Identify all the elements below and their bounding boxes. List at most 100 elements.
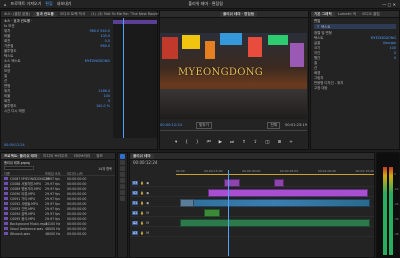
effect-value[interactable]: 0.0 <box>105 39 110 43</box>
column-fps[interactable]: 프레임 속도 <box>45 171 61 176</box>
hand-tool-icon[interactable] <box>120 190 125 195</box>
graphics-prop-value[interactable]: 0 <box>394 51 396 55</box>
graphics-layer-item[interactable]: T 텍스트 <box>314 24 396 29</box>
tab-media-browser[interactable]: 미디어 브라우저 <box>40 154 70 159</box>
timeline-track[interactable]: V3 🔒 ◉ <box>130 179 374 187</box>
menu-export[interactable]: 내보내기 <box>57 1 72 7</box>
effect-row[interactable]: 시간 다시 매핑 <box>1 108 113 113</box>
slip-tool-icon[interactable] <box>120 178 125 183</box>
effect-value[interactable]: 100 <box>104 94 110 98</box>
graphics-prop-value[interactable]: 100 <box>390 46 396 50</box>
export-frame-icon[interactable]: ◫ <box>265 140 269 145</box>
out-icon[interactable]: } <box>196 140 199 145</box>
compare-icon[interactable]: ⊞ <box>277 140 281 145</box>
lift-icon[interactable]: ⇑ <box>242 140 246 145</box>
home-icon[interactable]: ⌂ <box>4 2 7 7</box>
video-overlay-title[interactable]: MYEONGDONG <box>178 67 263 78</box>
graphics-prop-value[interactable]: Georgia <box>383 41 396 45</box>
effect-value[interactable]: 100.0 <box>100 34 110 38</box>
tab-program[interactable]: 폴리쉬 테마 · 편집됨 <box>220 11 258 17</box>
tab-lumetri[interactable]: Lumetri 색 <box>335 12 359 17</box>
program-scrubber[interactable] <box>160 130 307 131</box>
lock-icon[interactable]: 🔒 <box>140 191 144 195</box>
window-controls-icon[interactable]: — ▢ ✕ <box>382 2 396 7</box>
tab-source[interactable]: 소스: (클립 없음) <box>1 12 33 17</box>
track-label[interactable]: A3 <box>132 231 139 235</box>
in-icon[interactable]: { <box>185 140 188 145</box>
column-name[interactable]: 이름 <box>4 171 10 176</box>
clip-v1-thumb[interactable] <box>180 199 194 207</box>
mute-icon[interactable]: M <box>146 211 149 215</box>
program-video-frame[interactable]: MYEONGDONG <box>160 33 307 119</box>
effect-value[interactable]: 0 <box>108 99 110 103</box>
fit-dropdown[interactable]: 맞추기 <box>195 121 212 129</box>
lock-icon[interactable]: 🔒 <box>140 221 144 225</box>
effect-timecode[interactable]: 00:00:12:24 <box>1 142 25 147</box>
timeline-timecode[interactable]: 00:00:12:24 <box>130 160 374 165</box>
tab-libraries[interactable]: 라이브러리 <box>71 154 94 159</box>
step-back-icon[interactable]: ⏮ <box>207 139 211 145</box>
timeline-track[interactable]: A1 🔒 M <box>130 209 374 217</box>
tab-audio-mixer[interactable]: 오디오 트랙 믹서 <box>57 12 88 17</box>
ripple-edit-tool-icon[interactable] <box>120 166 125 171</box>
effect-value[interactable]: 960.0 540.0 <box>90 29 111 33</box>
tab-info[interactable]: 정보 <box>93 154 106 159</box>
item-start: 00:00:00:00 <box>67 206 87 211</box>
clip-a2-music[interactable] <box>180 219 370 227</box>
add-icon[interactable]: + <box>289 140 293 145</box>
clip-v1-video[interactable] <box>180 199 370 207</box>
work-area-bar[interactable] <box>176 174 374 175</box>
step-forward-icon[interactable]: ⏭ <box>230 139 234 145</box>
clip-v2-title[interactable] <box>208 189 368 197</box>
mute-icon[interactable]: M <box>146 231 149 235</box>
project-item[interactable]: Whoosh.wav 48000 Hz 00:00:00:00 <box>1 231 115 236</box>
clip-a1[interactable] <box>204 209 220 217</box>
type-tool-icon[interactable] <box>120 196 125 201</box>
playhead-line[interactable] <box>123 18 124 138</box>
track-label[interactable]: A2 <box>132 221 139 225</box>
track-select-tool-icon[interactable] <box>120 160 125 165</box>
lock-icon[interactable]: 🔒 <box>140 211 144 215</box>
tab-effect-controls[interactable]: 효과 컨트롤 <box>33 11 57 17</box>
menu-edit[interactable]: 편집 <box>45 1 52 7</box>
extract-icon[interactable]: ⇪ <box>254 140 258 145</box>
track-label[interactable]: A1 <box>132 211 139 215</box>
track-label[interactable]: V3 <box>132 181 139 185</box>
tab-essential-graphics[interactable]: 기본 그래픽 <box>311 11 335 17</box>
tab-project[interactable]: 프로젝트: 폴리쉬 테마 <box>1 153 41 159</box>
track-label[interactable]: V1 <box>132 201 139 205</box>
effect-value[interactable]: 960.0 <box>100 44 110 48</box>
timeline-track[interactable]: A3 🔒 M <box>130 229 374 237</box>
lock-icon[interactable]: 🔒 <box>140 181 144 185</box>
clip-v3[interactable] <box>224 179 240 187</box>
timeline-playhead[interactable] <box>228 170 229 256</box>
graphics-prop-value[interactable]: MYEONGDONG <box>371 36 396 40</box>
eye-icon[interactable]: ◉ <box>146 191 149 195</box>
effect-value[interactable]: MYEONGDONG <box>85 59 110 63</box>
tab-audio-clip[interactable]: 오디오 클립 <box>359 12 383 17</box>
lock-icon[interactable]: 🔒 <box>140 231 144 235</box>
eye-icon[interactable]: ◉ <box>146 201 149 205</box>
mute-icon[interactable]: M <box>146 221 149 225</box>
keyframe-area[interactable] <box>113 18 157 138</box>
effect-value[interactable]: 100.0 % <box>96 104 110 108</box>
menu-import[interactable]: 프로젝트 가져오기 <box>11 1 42 7</box>
graphics-prop-value[interactable]: 0 <box>394 56 396 60</box>
razor-tool-icon[interactable] <box>120 172 125 177</box>
program-timecode[interactable]: 00:00:12:24 <box>160 123 182 127</box>
lock-icon[interactable]: 🔒 <box>140 201 144 205</box>
selection-tool-icon[interactable] <box>120 154 125 159</box>
tab-sequence[interactable]: 폴리쉬 테마 <box>130 153 154 159</box>
graphics-prop-row[interactable]: 고정 대상 <box>311 85 399 90</box>
resolution-dropdown[interactable]: 전체 <box>267 121 281 129</box>
track-label[interactable]: V2 <box>132 191 139 195</box>
eye-icon[interactable]: ◉ <box>146 181 149 185</box>
clip-v3[interactable] <box>274 179 284 187</box>
column-start[interactable]: 미디어 시작 <box>67 171 83 176</box>
effect-value[interactable]: 1186.4 <box>98 89 110 93</box>
play-icon[interactable]: ▶ <box>219 140 222 145</box>
time-ruler[interactable]: 00:00 00:00:15:00 00:00:30:00 00:00:45:0… <box>176 168 374 173</box>
pen-tool-icon[interactable] <box>120 184 125 189</box>
project-search-input[interactable] <box>4 166 34 170</box>
marker-icon[interactable]: ▾ <box>175 140 177 145</box>
